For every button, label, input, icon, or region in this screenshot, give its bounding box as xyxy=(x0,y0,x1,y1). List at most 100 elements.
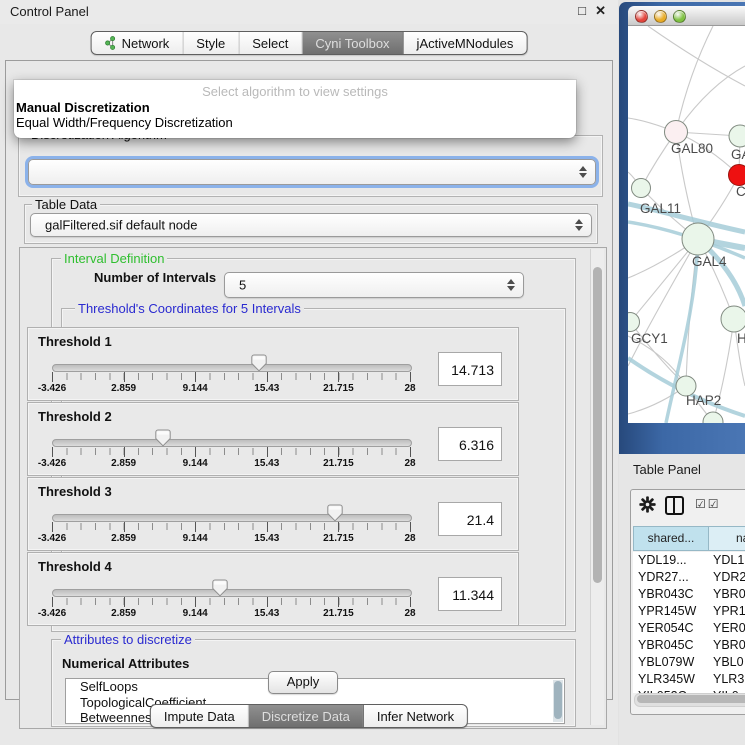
slider-thumb[interactable] xyxy=(251,354,267,372)
network-window-titlebar xyxy=(628,6,745,26)
float-window-icon[interactable]: □ xyxy=(578,3,586,18)
tick-label: -3.426 xyxy=(38,458,66,469)
top-tab-bar: NetworkStyleSelectCyni Toolbox jActiveMNo… xyxy=(91,31,528,55)
slider-ticks xyxy=(52,448,411,455)
bottom-tab-bar: Impute Data Discretize DataInfer Network xyxy=(150,704,468,728)
dropdown-item[interactable]: Equal Width/Frequency Discretization xyxy=(16,115,233,130)
threshold-value-field[interactable]: 14.713 xyxy=(438,352,502,386)
dropdown-item[interactable]: Manual Discretization xyxy=(16,100,150,115)
table-row[interactable]: YBR045C YBR0 xyxy=(633,637,745,654)
panel-title: Control Panel xyxy=(10,4,89,19)
threshold-value-field[interactable]: 21.4 xyxy=(438,502,502,536)
tick-label: 2.859 xyxy=(111,383,136,394)
cell-name: YBR0 xyxy=(713,638,745,652)
threshold-value-field[interactable]: 6.316 xyxy=(438,427,502,461)
slider-thumb[interactable] xyxy=(212,579,228,597)
bottom-tab-discretize-data[interactable]: Discretize Data xyxy=(249,705,364,727)
threshold-slider-group: Threshold 1-3.4262.8599.14415.4321.71528… xyxy=(27,327,519,401)
network-edge[interactable] xyxy=(648,26,745,86)
tab-jactivemnodules[interactable]: jActiveMNodules xyxy=(404,32,527,54)
cell-name: YBR0 xyxy=(713,587,745,601)
cell-shared-name: YER054C xyxy=(638,621,694,635)
major-tick xyxy=(267,597,268,607)
tab-style[interactable]: Style xyxy=(183,32,239,54)
table-hscrollbar[interactable] xyxy=(634,693,745,707)
tick-label: -3.426 xyxy=(38,383,66,394)
threshold-value-field[interactable]: 11.344 xyxy=(438,577,502,611)
table-panel-window: Table Panel ☑☑ shared... na YDL19...YDL1… xyxy=(619,454,745,745)
tab-label: jActiveMNodules xyxy=(417,36,514,51)
table-row[interactable]: YBR043CYBR0 xyxy=(633,586,745,603)
table-row[interactable]: YER054CYER0 xyxy=(633,620,745,637)
settings-scrollpane: Interval Definition Number of Intervals … xyxy=(19,247,607,729)
tick-label: -3.426 xyxy=(38,533,66,544)
major-tick xyxy=(124,447,125,457)
major-tick xyxy=(52,447,53,457)
bottom-tab-label: Impute Data xyxy=(164,709,235,724)
slider-track[interactable] xyxy=(52,364,412,372)
network-canvas[interactable]: GAL80GACGAL11GAL4GCY1HHAP2 xyxy=(628,26,745,423)
dropdown-placeholder-item[interactable]: Select algorithm to view settings xyxy=(14,84,576,99)
table-row[interactable]: YDL19...YDL1 xyxy=(633,552,745,569)
tick-label: 9.144 xyxy=(183,608,208,619)
table-rows: YDL19...YDL1YDR27...YDR2YBR043CYBR0YPR14… xyxy=(633,552,745,693)
network-edge[interactable] xyxy=(676,66,745,132)
slider-thumb[interactable] xyxy=(327,504,343,522)
cell-name: YLR3 xyxy=(713,672,744,686)
tab-network[interactable]: Network xyxy=(92,32,184,54)
settings-scrollbar[interactable] xyxy=(590,249,604,725)
table-data-combobox[interactable]: galFiltered.sif default node xyxy=(30,213,592,237)
algorithm-combobox[interactable] xyxy=(28,159,596,185)
tab-select[interactable]: Select xyxy=(239,32,302,54)
slider-ticks xyxy=(52,373,411,380)
network-node-label: GCY1 xyxy=(631,331,668,346)
bottom-tab-impute-data[interactable]: Impute Data xyxy=(151,705,249,727)
network-edge[interactable] xyxy=(676,26,713,132)
split-column-icon[interactable] xyxy=(665,496,684,515)
control-panel-window: Control Panel □ ✕ NetworkStyleSelectCyni… xyxy=(0,0,618,745)
column-header-shared[interactable]: shared... xyxy=(633,526,709,551)
apply-button[interactable]: Apply xyxy=(268,671,338,694)
table-panel-title: Table Panel xyxy=(633,462,701,477)
table-row[interactable]: YDR27...YDR2 xyxy=(633,569,745,586)
num-intervals-label: Number of Intervals xyxy=(91,270,219,285)
checkbox-icons[interactable]: ☑☑ xyxy=(695,497,721,511)
minimize-traffic-light-icon[interactable] xyxy=(654,10,667,23)
close-icon[interactable]: ✕ xyxy=(595,3,606,19)
network-node-gcy1[interactable] xyxy=(628,313,640,332)
column-header-name[interactable]: na xyxy=(709,526,745,551)
cell-shared-name: YBR045C xyxy=(638,638,694,652)
major-tick xyxy=(195,597,196,607)
tab-cyni-toolbox[interactable]: Cyni Toolbox xyxy=(302,32,403,54)
network-node-gal4[interactable] xyxy=(682,223,714,255)
network-node-gal11[interactable] xyxy=(632,179,651,198)
table-data-value: galFiltered.sif default node xyxy=(45,218,197,233)
interval-group-title: Interval Definition xyxy=(61,251,167,266)
table-row[interactable]: YPR145WYPR1 xyxy=(633,603,745,620)
threshold-label: Threshold 3 xyxy=(38,484,112,499)
slider-track[interactable] xyxy=(52,589,412,597)
slider-track[interactable] xyxy=(52,514,412,522)
network-node-c[interactable] xyxy=(729,165,745,186)
table-row[interactable]: YBL079WYBL0 xyxy=(633,654,745,671)
settings-scrollbar-thumb[interactable] xyxy=(593,267,602,583)
attributes-group-title: Attributes to discretize xyxy=(61,632,195,647)
num-intervals-combobox[interactable]: 5 xyxy=(224,272,524,298)
tick-label: 2.859 xyxy=(111,608,136,619)
bottom-tab-infer-network[interactable]: Infer Network xyxy=(364,705,467,727)
threshold-label: Threshold 2 xyxy=(38,409,112,424)
major-tick xyxy=(195,372,196,382)
close-traffic-light-icon[interactable] xyxy=(635,10,648,23)
network-node-h[interactable] xyxy=(721,306,745,332)
table-hscrollbar-thumb[interactable] xyxy=(637,695,745,703)
list-scrollbar[interactable] xyxy=(553,680,563,722)
cell-name: YBL0 xyxy=(713,655,744,669)
screenshot-root: Control Panel □ ✕ NetworkStyleSelectCyni… xyxy=(0,0,745,745)
table-row[interactable]: YLR345WYLR3 xyxy=(633,671,745,688)
slider-thumb[interactable] xyxy=(155,429,171,447)
zoom-traffic-light-icon[interactable] xyxy=(673,10,686,23)
stepper-icon xyxy=(579,166,588,178)
gear-icon[interactable] xyxy=(639,496,656,513)
network-node-ga[interactable] xyxy=(729,125,745,147)
slider-track[interactable] xyxy=(52,439,412,447)
